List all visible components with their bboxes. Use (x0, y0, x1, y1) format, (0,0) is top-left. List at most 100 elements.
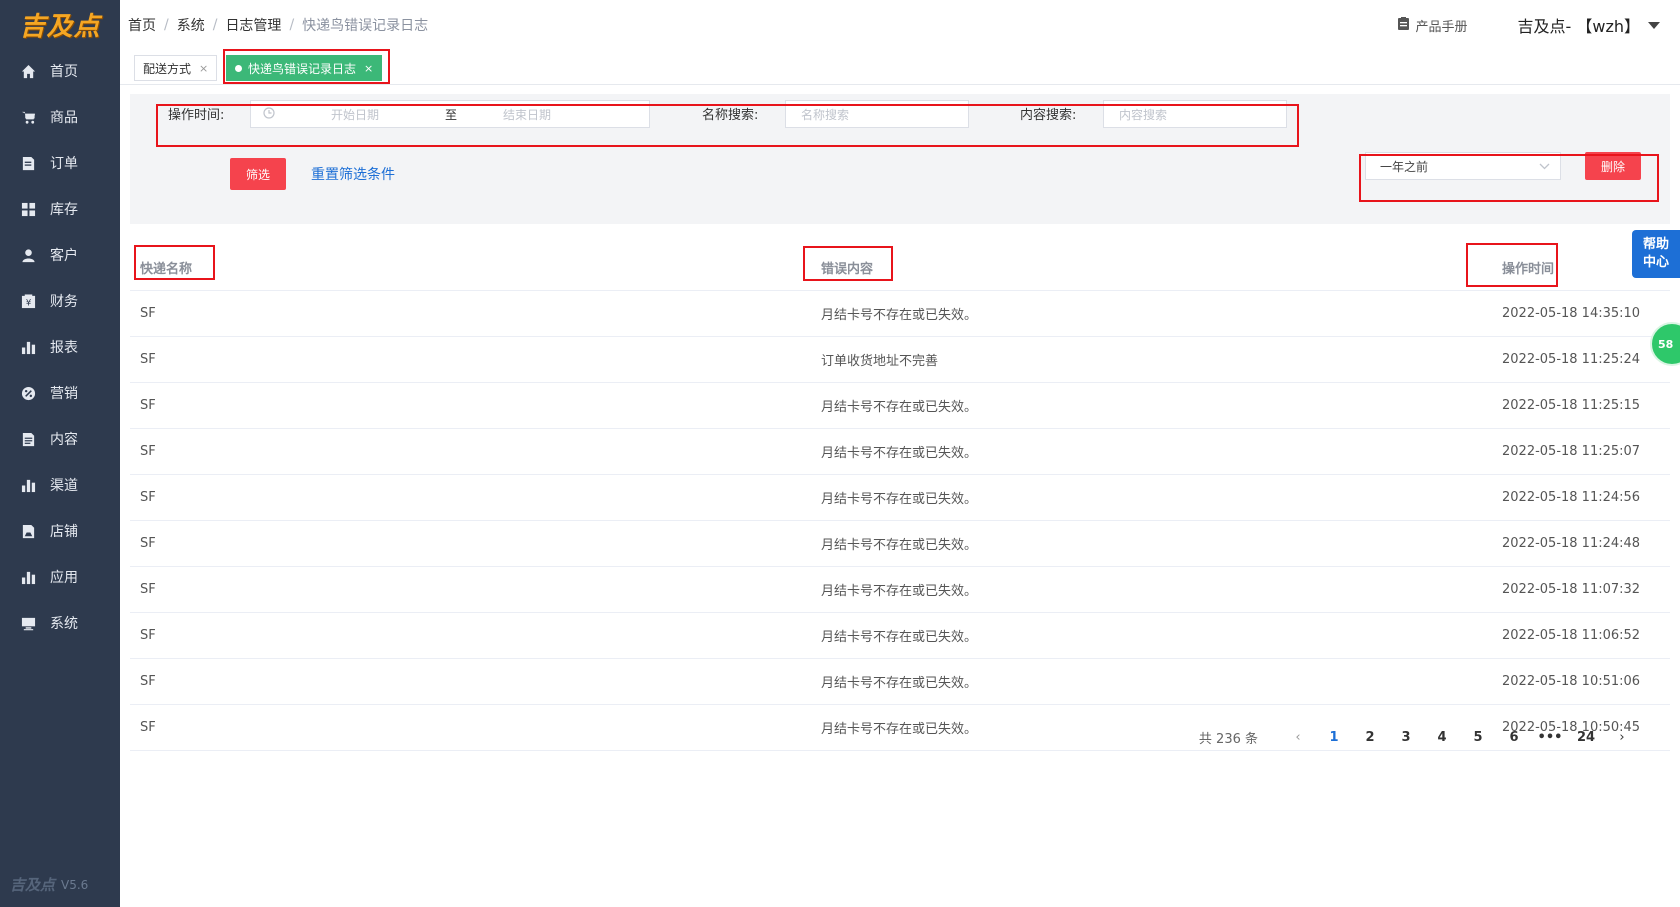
sidebar-item-11[interactable]: 应用 (0, 554, 120, 600)
delete-button[interactable]: 删除 (1585, 152, 1641, 180)
cell-courier: SF (130, 382, 811, 429)
column-header-courier: 快递名称 (130, 244, 811, 291)
breadcrumb-separator: / (212, 17, 218, 33)
cell-time: 2022-05-18 11:25:07 (1492, 428, 1670, 475)
content-search-input[interactable]: 内容搜索 (1103, 100, 1287, 128)
sidebar-item-4[interactable]: 客户 (0, 232, 120, 278)
table-row: SF 月结卡号不存在或已失效。 2022-05-18 14:35:10 (130, 290, 1670, 337)
content-search-placeholder: 内容搜索 (1119, 107, 1168, 122)
time-filter-label: 操作时间: (168, 108, 225, 123)
brand-logo[interactable]: 吉及点 (0, 0, 120, 48)
table-row: SF 订单收货地址不完善 2022-05-18 11:25:24 (130, 336, 1670, 383)
time-range-select[interactable]: 一年之前 (1365, 152, 1561, 180)
cell-error: 月结卡号不存在或已失效。 (811, 520, 1492, 567)
prev-page-icon[interactable]: ‹ (1280, 730, 1316, 745)
page-number[interactable]: 24 (1568, 730, 1604, 745)
chevron-down-icon (1539, 159, 1550, 173)
store-icon (20, 524, 36, 538)
total-count: 共 236 条 (1198, 732, 1258, 747)
table-row: SF 月结卡号不存在或已失效。 2022-05-18 11:06:52 (130, 612, 1670, 659)
tab-label: 快递鸟错误记录日志 (248, 61, 357, 76)
sidebar-item-label: 订单 (50, 156, 78, 172)
home-icon (20, 64, 36, 78)
sidebar-item-label: 营销 (50, 386, 78, 402)
sidebar-menu: 首页商品订单库存客户 ¥ 财务 报表营销内容渠道店铺应用 系统 (0, 48, 120, 646)
tab-label: 配送方式 (143, 61, 192, 76)
user-menu[interactable]: 吉及点- 【wzh】 (1517, 13, 1660, 37)
cell-time: 2022-05-18 11:24:48 (1492, 520, 1670, 567)
breadcrumb-current: 快递鸟错误记录日志 (302, 18, 429, 34)
cell-time: 2022-05-18 14:35:10 (1492, 290, 1670, 337)
cell-courier: SF (130, 566, 811, 613)
cell-error: 月结卡号不存在或已失效。 (811, 290, 1492, 337)
help-line1: 帮助 (1642, 237, 1669, 252)
cell-error: 月结卡号不存在或已失效。 (811, 658, 1492, 705)
cell-time: 2022-05-18 11:25:15 (1492, 382, 1670, 429)
table-row: SF 月结卡号不存在或已失效。 2022-05-18 11:24:48 (130, 520, 1670, 567)
next-page-icon[interactable]: › (1604, 730, 1640, 745)
sidebar-item-2[interactable]: 订单 (0, 140, 120, 186)
sidebar-item-8[interactable]: 内容 (0, 416, 120, 462)
finance-icon: ¥ (20, 293, 36, 308)
manual-label: 产品手册 (1415, 19, 1468, 35)
user-name: 吉及点- 【wzh】 (1517, 17, 1641, 36)
top-bar: 首页 / 系统 / 日志管理 / 快递鸟错误记录日志 产品手册 吉及点- 【wz… (120, 0, 1680, 51)
sidebar-item-label: 渠道 (50, 478, 78, 494)
page-ellipsis[interactable]: ••• (1532, 730, 1568, 745)
active-dot-icon (235, 64, 242, 72)
content-filter: 内容搜索: (1020, 104, 1076, 123)
close-icon[interactable]: × (364, 62, 373, 75)
page-number[interactable]: 1 (1316, 730, 1352, 745)
tab-delivery-method[interactable]: 配送方式 × (134, 55, 218, 81)
filter-button[interactable]: 筛选 (230, 158, 286, 190)
sidebar-item-12[interactable]: 系统 (0, 600, 120, 646)
cell-time: 2022-05-18 10:51:06 (1492, 658, 1670, 705)
breadcrumb-item-home[interactable]: 首页 (128, 15, 156, 35)
time-filter: 操作时间: (168, 104, 224, 123)
sidebar: 吉及点 首页 商品 订单 库存 客户 ¥ 财务 报表 营销 内容 渠道 店铺 应用 系统 吉及点 V5.6 (0, 0, 120, 907)
product-manual-link[interactable]: 产品手册 (1398, 16, 1468, 35)
start-date-input[interactable]: 开始日期 (331, 106, 441, 123)
tab-kdn-error-log[interactable]: 快递鸟错误记录日志 × (226, 55, 383, 81)
sidebar-item-label: 首页 (50, 64, 78, 80)
reset-filters-link[interactable]: 重置筛选条件 (311, 164, 395, 184)
sidebar-item-9[interactable]: 渠道 (0, 462, 120, 508)
close-icon[interactable]: × (199, 62, 208, 75)
cell-courier: SF (130, 290, 811, 337)
page-number[interactable]: 6 (1496, 730, 1532, 745)
cell-courier: SF (130, 520, 811, 567)
date-range-separator: 至 (445, 107, 458, 122)
page-number[interactable]: 5 (1460, 730, 1496, 745)
clock-icon (263, 106, 275, 122)
sidebar-item-label: 商品 (50, 110, 78, 126)
breadcrumb-separator: / (164, 17, 169, 33)
cell-error: 月结卡号不存在或已失效。 (811, 612, 1492, 659)
sidebar-item-0[interactable]: 首页 (0, 48, 120, 94)
cell-courier: SF (130, 474, 811, 521)
sidebar-item-label: 店铺 (50, 524, 78, 540)
brand-logo-text: 吉及点 (19, 11, 101, 42)
percent-icon (20, 386, 36, 400)
column-header-error: 错误内容 (811, 244, 1492, 291)
svg-text:¥: ¥ (25, 297, 31, 307)
sidebar-item-label: 库存 (50, 202, 78, 218)
cell-time: 2022-05-18 11:06:52 (1492, 612, 1670, 659)
sidebar-item-10[interactable]: 店铺 (0, 508, 120, 554)
time-range-select-value: 一年之前 (1380, 159, 1429, 174)
page-number[interactable]: 4 (1424, 730, 1460, 745)
sidebar-item-1[interactable]: 商品 (0, 94, 120, 140)
date-range-picker[interactable]: 开始日期 至 结束日期 (250, 100, 650, 128)
breadcrumb-item-system[interactable]: 系统 (177, 15, 205, 35)
page-number[interactable]: 3 (1388, 730, 1424, 745)
sidebar-item-6[interactable]: 报表 (0, 324, 120, 370)
cell-courier: SF (130, 704, 811, 751)
page-number[interactable]: 2 (1352, 730, 1388, 745)
table-row: SF 月结卡号不存在或已失效。 2022-05-18 11:25:15 (130, 382, 1670, 429)
sidebar-item-3[interactable]: 库存 (0, 186, 120, 232)
name-search-input[interactable]: 名称搜索 (785, 100, 969, 128)
sidebar-item-5[interactable]: ¥ 财务 (0, 278, 120, 324)
sidebar-item-7[interactable]: 营销 (0, 370, 120, 416)
help-center-button[interactable]: 帮助 中心 (1632, 230, 1680, 278)
breadcrumb-item-log[interactable]: 日志管理 (225, 15, 281, 35)
end-date-input[interactable]: 结束日期 (503, 106, 551, 123)
